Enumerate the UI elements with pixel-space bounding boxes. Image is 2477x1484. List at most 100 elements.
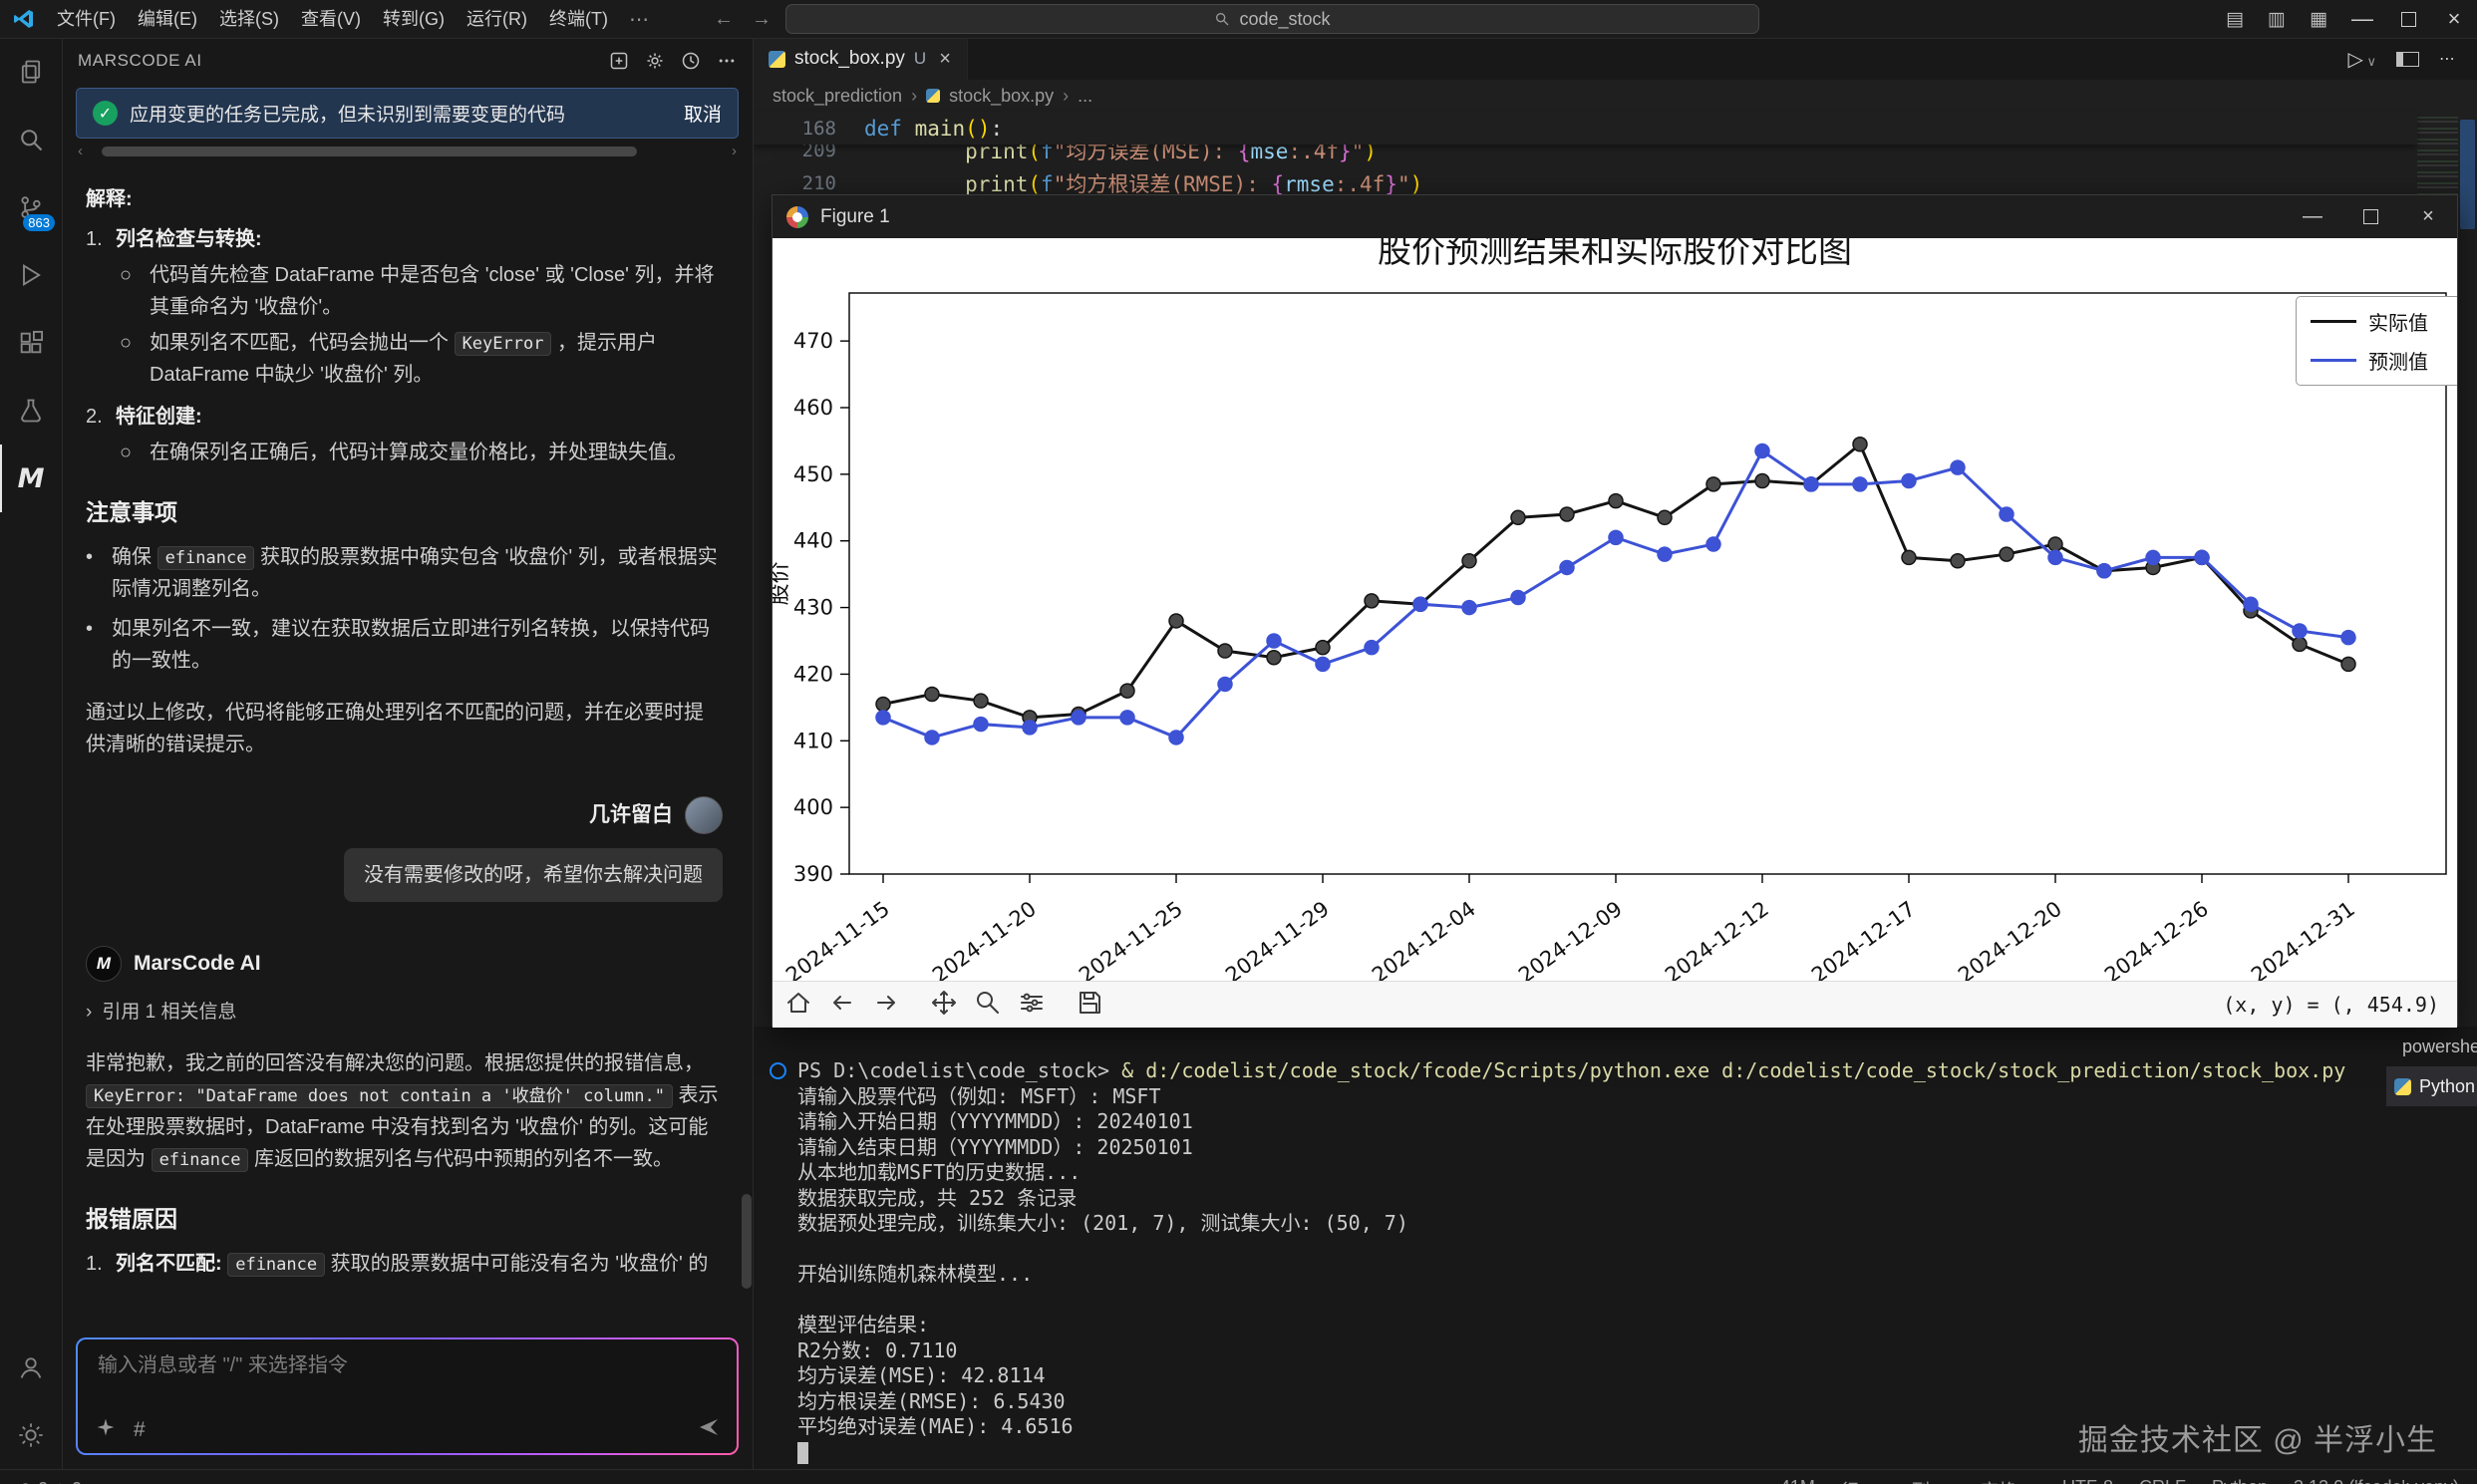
marscode-ai-panel: MARSCODE AI ✓ 应用变更的任务已完成，但未识别到需要变更的代码 取消 <box>62 38 754 1469</box>
reference-toggle[interactable]: › 引用 1 相关信息 <box>86 998 723 1028</box>
window-maximize-button[interactable] <box>2385 0 2431 38</box>
bullet-icon: ○ <box>120 437 150 468</box>
y-tick-label: 440 <box>793 529 833 553</box>
series-marker-1 <box>1951 460 1965 474</box>
back-icon[interactable] <box>828 989 856 1021</box>
chat-input[interactable] <box>96 1353 661 1378</box>
skill-icon[interactable] <box>96 1417 116 1442</box>
explorer-icon[interactable] <box>0 38 62 106</box>
series-marker-1 <box>1072 711 1085 725</box>
menu-file[interactable]: 文件(F) <box>46 0 127 38</box>
figure-window[interactable]: Figure 1 — × 股价预测结果和实际股价对比图 390400410420… <box>772 194 2458 1027</box>
subplot-config-icon[interactable] <box>1018 989 1046 1021</box>
menu-selection[interactable]: 选择(S) <box>208 0 290 38</box>
search-sidebar-icon[interactable] <box>0 106 62 173</box>
menu-go[interactable]: 转到(G) <box>372 0 456 38</box>
send-icon[interactable] <box>697 1415 721 1444</box>
menu-terminal[interactable]: 终端(T) <box>538 0 619 38</box>
new-chat-icon[interactable] <box>609 51 629 71</box>
figure-minimize-button[interactable]: — <box>2284 195 2341 238</box>
run-debug-icon[interactable] <box>0 241 62 309</box>
breadcrumb-file[interactable]: stock_box.py <box>949 86 1054 107</box>
avatar <box>685 796 723 834</box>
terminal-line: 请输入结束日期（YYYYMMDD）: 20250101 <box>797 1135 2477 1161</box>
language-mode[interactable]: Python <box>2212 1477 2268 1484</box>
menu-more-icon[interactable]: ⋯ <box>619 7 659 32</box>
settings-gear-icon[interactable] <box>0 1401 62 1469</box>
command-decoration-icon[interactable] <box>770 1062 786 1079</box>
zoom-icon[interactable] <box>974 989 1002 1021</box>
scroll-left-icon[interactable]: ‹ <box>78 146 83 157</box>
window-minimize-button[interactable]: — <box>2339 0 2385 38</box>
item-text: 列名不匹配: efinance 获取的股票数据中可能没有名为 '收盘价' 的 <box>116 1248 723 1280</box>
y-tick-label: 470 <box>793 329 833 353</box>
tab-stock-box[interactable]: stock_box.py U × <box>753 38 968 80</box>
window-close-button[interactable]: × <box>2431 0 2477 38</box>
terminal-panel[interactable]: PS D:\codelist\code_stock> & d:/codelist… <box>753 1027 2477 1469</box>
extensions-icon[interactable] <box>0 309 62 377</box>
legend-entry: 实际值 <box>2311 307 2457 336</box>
series-marker-0 <box>1755 474 1769 488</box>
forward-icon[interactable] <box>872 989 900 1021</box>
indentation-indicator[interactable]: 空格: 4 <box>1981 1477 2036 1484</box>
layout-customize-icon[interactable]: ▦ <box>2298 8 2339 31</box>
problems-indicator[interactable]: ⊗ 0 △ 0 <box>18 1479 82 1484</box>
x-tick-label: 2024-11-25 <box>1075 897 1187 981</box>
tab-close-icon[interactable]: × <box>939 48 951 71</box>
series-marker-0 <box>1609 494 1623 508</box>
layout-sidebar-icon[interactable]: ▤ <box>2214 8 2256 31</box>
sidebar-scrollbar[interactable] <box>742 1194 752 1289</box>
code-line: def main(): <box>864 117 1003 141</box>
source-control-icon[interactable]: 863 <box>0 173 62 241</box>
layout-panel-icon[interactable]: ▥ <box>2256 8 2298 31</box>
terminal-tab-powershell[interactable]: powershell <box>2386 1027 2477 1066</box>
menu-run[interactable]: 运行(R) <box>456 0 538 38</box>
split-editor-icon[interactable] <box>2396 52 2419 67</box>
run-python-file-button[interactable]: ▷ ∨ <box>2347 47 2376 72</box>
testing-icon[interactable] <box>0 377 62 445</box>
panel-settings-icon[interactable] <box>645 51 665 71</box>
scm-badge: 863 <box>23 214 55 231</box>
panel-more-icon[interactable] <box>717 51 737 71</box>
y-tick-label: 410 <box>793 729 833 752</box>
pan-icon[interactable] <box>930 989 958 1021</box>
series-marker-0 <box>1902 550 1916 564</box>
account-icon[interactable] <box>0 1334 62 1401</box>
figure-close-button[interactable]: × <box>2399 195 2457 238</box>
home-icon[interactable] <box>784 989 812 1021</box>
scroll-right-icon[interactable]: › <box>732 146 737 157</box>
eol-indicator[interactable]: CRLF <box>2139 1477 2186 1484</box>
breadcrumb-folder[interactable]: stock_prediction <box>773 86 902 107</box>
code-viewport[interactable]: 168 def main(): 209 print(f"均方误差(MSE): {… <box>753 112 2417 199</box>
marscode-ai-icon[interactable]: M <box>0 445 62 512</box>
banner-scrollbar[interactable]: ‹ › <box>78 146 737 157</box>
save-icon[interactable] <box>1076 989 1103 1021</box>
figure-title-bar[interactable]: Figure 1 — × <box>773 195 2457 238</box>
series-marker-0 <box>1218 644 1232 658</box>
sticky-scroll-line[interactable]: 168 def main(): <box>753 112 2417 145</box>
cancel-button[interactable]: 取消 <box>684 100 722 127</box>
scrollbar-thumb[interactable] <box>102 147 637 156</box>
editor-more-icon[interactable]: ⋯ <box>2439 49 2455 69</box>
code-line: print(f"均方根误差(RMSE): {rmse:.4f}") <box>864 168 1422 198</box>
command-center-search[interactable]: code_stock <box>785 4 1759 34</box>
line-number: 168 <box>753 118 864 140</box>
menu-edit[interactable]: 编辑(E) <box>127 0 208 38</box>
series-marker-1 <box>2000 507 2013 521</box>
python-interpreter[interactable]: 3.12.0 ('fcode': venv) <box>2294 1477 2459 1484</box>
history-icon[interactable] <box>681 51 701 71</box>
terminal-tab-python[interactable]: Python <box>2386 1066 2477 1106</box>
breadcrumb-symbol[interactable]: ... <box>1078 86 1092 107</box>
terminal-line: 请输入开始日期（YYYYMMDD）: 20240101 <box>797 1109 2477 1135</box>
encoding-indicator[interactable]: UTF-8 <box>2062 1477 2113 1484</box>
nav-back-icon[interactable]: ← <box>710 8 738 31</box>
cursor-position[interactable]: 行 227、列 44 <box>1841 1477 1955 1484</box>
terminal-tab-list: powershell Python <box>2386 1027 2477 1469</box>
context-hash-icon[interactable]: # <box>134 1418 146 1442</box>
menu-view[interactable]: 查看(V) <box>290 0 372 38</box>
figure-maximize-button[interactable] <box>2341 195 2399 238</box>
chevron-right-icon: › <box>1063 86 1069 107</box>
memory-indicator[interactable]: 41M <box>1780 1477 1815 1484</box>
nav-forward-icon[interactable]: → <box>748 8 775 31</box>
series-marker-0 <box>1120 684 1134 698</box>
